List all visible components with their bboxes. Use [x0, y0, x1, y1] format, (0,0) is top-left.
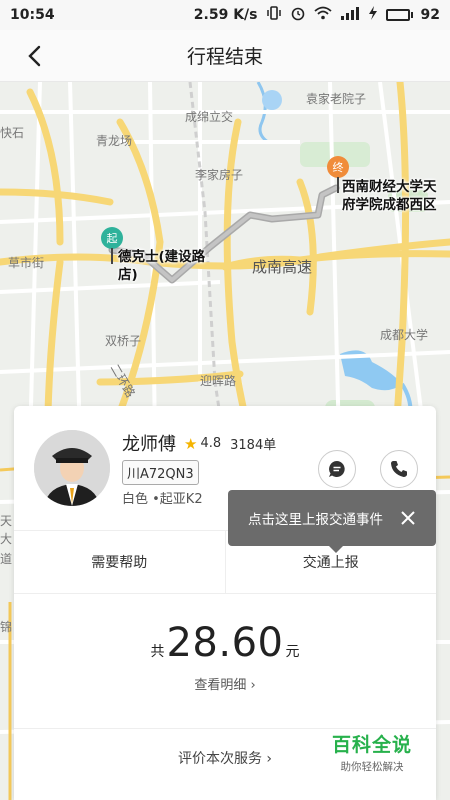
star-icon: ★	[184, 434, 198, 453]
license-plate: 川A72QN3	[122, 460, 199, 485]
map-label-yinghui: 迎晖路	[200, 374, 237, 388]
map-label-left-da: 大	[0, 532, 13, 546]
view-details-link[interactable]: 查看明细 ›	[14, 674, 436, 693]
signal-icon	[340, 6, 360, 24]
end-pin-stem	[337, 177, 339, 193]
map-label-caoshi: 草市街	[8, 256, 45, 270]
alarm-icon	[290, 5, 306, 25]
driver-rating: ★ 4.8 3184单	[184, 434, 277, 454]
fare-prefix: 共	[150, 644, 165, 660]
order-count: 3184单	[230, 438, 277, 453]
start-pin-stem	[111, 248, 113, 264]
fare-display: 共 28.60 元	[14, 620, 436, 666]
driver-avatar	[34, 430, 110, 506]
traffic-report-tooltip[interactable]: 点击这里上报交通事件	[228, 490, 436, 553]
map-label-lijia: 李家房子	[195, 168, 244, 182]
end-place-label: 西南财经大学天府学院成都西区	[342, 179, 437, 213]
map-label-yuanjia: 袁家老院子	[306, 92, 367, 106]
fare-unit: 元	[285, 644, 300, 660]
status-time: 10:54	[10, 7, 55, 23]
car-info: 白色 •起亚K2	[122, 492, 203, 507]
map-label-qinglongchang: 青龙场	[96, 134, 133, 148]
end-pin-icon: 终	[327, 156, 349, 178]
battery-icon	[385, 9, 413, 21]
network-speed: 2.59 K/s	[193, 7, 258, 23]
chevron-left-icon	[28, 45, 41, 67]
close-icon	[401, 511, 415, 525]
rating-value: 4.8	[200, 436, 222, 451]
back-button[interactable]	[20, 42, 48, 70]
battery-level: 92	[420, 7, 440, 23]
charging-icon	[368, 6, 378, 24]
map-label-kuaishi: 快石	[0, 126, 25, 140]
fare-amount: 28.60	[166, 620, 284, 666]
wifi-icon	[313, 6, 332, 24]
chevron-right-icon: ›	[250, 678, 256, 693]
map-label-left-tian: 天	[0, 514, 13, 528]
watermark-title: 百科全说	[331, 734, 412, 756]
map-label-left-jin: 锦	[0, 620, 13, 634]
map-label-chengmian: 成绵立交	[185, 110, 234, 124]
driver-name: 龙师傅	[122, 434, 176, 455]
help-button[interactable]: 需要帮助	[14, 531, 225, 593]
view-details-label: 查看明细	[194, 678, 247, 693]
map-label-shuangqiaozi: 双桥子	[105, 334, 142, 348]
tooltip-text: 点击这里上报交通事件	[248, 512, 383, 528]
map-label-chengdu-university: 成都大学	[380, 328, 429, 342]
start-place-label: 德克士(建设路店)	[118, 249, 206, 283]
message-icon	[329, 461, 345, 477]
start-pin-icon: 起	[101, 227, 123, 249]
phone-icon	[391, 461, 407, 477]
divider	[14, 728, 436, 729]
map-label-chengnan-expressway: 成南高速	[252, 258, 313, 276]
call-button[interactable]	[380, 450, 418, 488]
tooltip-close-button[interactable]	[398, 508, 418, 528]
watermark-subtitle: 助你轻松解决	[340, 761, 404, 773]
status-right: 2.59 K/s 92	[194, 5, 440, 25]
status-bar: 10:54 2.59 K/s 92	[0, 0, 450, 30]
map-label-left-dao: 道	[0, 552, 13, 566]
watermark-logo: 百科全说 助你轻松解决	[324, 730, 420, 774]
chevron-right-icon: ›	[266, 751, 273, 767]
tooltip-arrow	[328, 545, 344, 553]
rate-service-label: 评价本次服务	[177, 751, 262, 767]
page-title: 行程结束	[186, 46, 263, 68]
app-header: 行程结束	[0, 30, 450, 82]
message-button[interactable]	[318, 450, 356, 488]
vibrate-icon	[266, 6, 282, 24]
